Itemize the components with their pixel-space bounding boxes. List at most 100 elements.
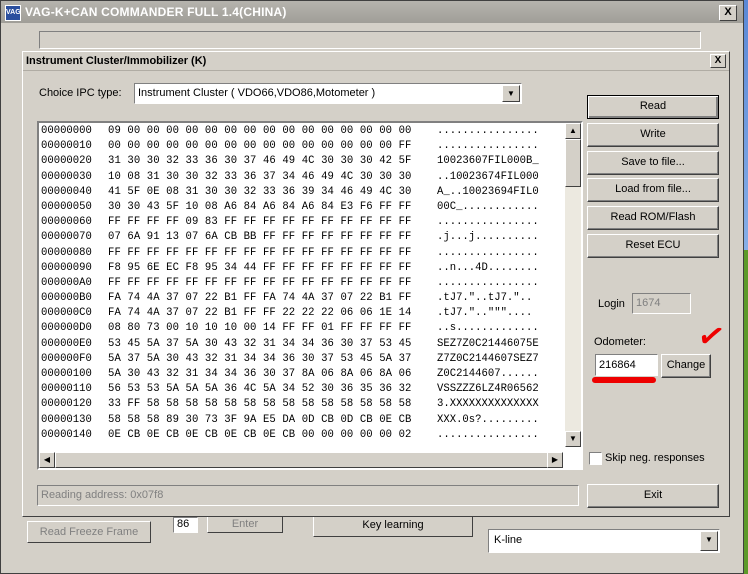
hex-address: 000000B0 bbox=[41, 292, 92, 305]
hex-row: 000000F0 5A 37 5A 30 43 32 31 34 34 36 30… bbox=[41, 352, 561, 367]
reset-ecu-button[interactable]: Reset ECU bbox=[587, 234, 719, 258]
hex-address: 00000030 bbox=[41, 170, 92, 183]
hex-bytes: FF FF FF FF 09 83 FF FF FF FF FF FF FF F… bbox=[108, 216, 412, 229]
dialog-close-icon[interactable]: X bbox=[710, 54, 726, 68]
hex-row: 000000B0 FA 74 4A 37 07 22 B1 FF FA 74 4A… bbox=[41, 291, 561, 306]
cluster-dialog: Instrument Cluster/Immobilizer (K) X Cho… bbox=[22, 51, 730, 517]
horizontal-scrollbar[interactable]: ◀ ▶ bbox=[39, 452, 563, 468]
close-icon[interactable]: X bbox=[719, 5, 737, 21]
vertical-scroll-thumb[interactable] bbox=[565, 139, 581, 187]
skip-neg-checkbox[interactable] bbox=[589, 452, 602, 465]
ipc-type-select[interactable]: Instrument Cluster ( VDO66,VDO86,Motomet… bbox=[134, 83, 522, 104]
login-field: 1674 bbox=[632, 293, 691, 314]
hex-ascii: ................ bbox=[437, 216, 539, 229]
scroll-left-icon[interactable]: ◀ bbox=[39, 452, 55, 468]
scroll-right-icon[interactable]: ▶ bbox=[547, 452, 563, 468]
app-icon: VAG bbox=[5, 5, 21, 21]
hex-address: 00000070 bbox=[41, 231, 92, 244]
hex-address: 000000E0 bbox=[41, 337, 92, 350]
app-title: VAG-K+CAN COMMANDER FULL 1.4(CHINA) bbox=[25, 5, 287, 19]
hex-address: 00000020 bbox=[41, 155, 92, 168]
hex-ascii: 10023607FIL000B_ bbox=[437, 155, 539, 168]
hex-address: 00000090 bbox=[41, 261, 92, 274]
hex-address: 00000060 bbox=[41, 216, 92, 229]
hex-bytes: 41 5F 0E 08 31 30 30 32 33 36 39 34 46 4… bbox=[108, 185, 412, 198]
hex-bytes: FA 74 4A 37 07 22 B1 FF FA 74 4A 37 07 2… bbox=[108, 292, 412, 305]
hex-row: 00000140 0E CB 0E CB 0E CB 0E CB 0E CB 00… bbox=[41, 428, 561, 443]
scroll-up-icon[interactable]: ▲ bbox=[565, 123, 581, 139]
hex-ascii: ..n...4D........ bbox=[437, 261, 539, 274]
hex-listing[interactable]: 00000000 09 00 00 00 00 00 00 00 00 00 00… bbox=[37, 121, 583, 470]
hex-address: 00000080 bbox=[41, 246, 92, 259]
hex-address: 00000120 bbox=[41, 398, 92, 411]
hex-row: 00000030 10 08 31 30 30 32 33 36 37 34 46… bbox=[41, 170, 561, 185]
progress-bar bbox=[39, 31, 701, 49]
hex-ascii: 3.XXXXXXXXXXXXXX bbox=[437, 398, 539, 411]
read-freeze-frame-button[interactable]: Read Freeze Frame bbox=[27, 521, 151, 543]
write-button[interactable]: Write bbox=[587, 123, 719, 147]
dialog-title: Instrument Cluster/Immobilizer (K) bbox=[26, 55, 207, 67]
read-button[interactable]: Read bbox=[587, 95, 719, 119]
protocol-select[interactable]: K-line ▼ bbox=[488, 529, 720, 553]
status-bar: Reading address: 0x07f8 bbox=[37, 485, 579, 506]
hex-address: 00000050 bbox=[41, 200, 92, 213]
hex-ascii: .j...j.......... bbox=[437, 231, 539, 244]
hex-row: 000000A0 FF FF FF FF FF FF FF FF FF FF FF… bbox=[41, 276, 561, 291]
hex-address: 00000010 bbox=[41, 140, 92, 153]
main-title-bar[interactable]: VAG VAG-K+CAN COMMANDER FULL 1.4(CHINA) … bbox=[1, 1, 743, 23]
hex-ascii: Z0C2144607...... bbox=[437, 368, 539, 380]
hex-ascii: ..s............. bbox=[437, 322, 539, 335]
hex-row: 000000D0 08 80 73 00 10 10 10 00 14 FF FF… bbox=[41, 321, 561, 336]
hex-bytes: 33 FF 58 58 58 58 58 58 58 58 58 58 58 5… bbox=[108, 398, 412, 411]
hex-row: 00000000 09 00 00 00 00 00 00 00 00 00 00… bbox=[41, 124, 561, 139]
hex-ascii: ................ bbox=[437, 140, 539, 153]
save-to-file-button[interactable]: Save to file... bbox=[587, 151, 719, 175]
status-text: Reading address: 0x07f8 bbox=[41, 489, 164, 501]
chevron-down-icon[interactable]: ▼ bbox=[700, 531, 718, 551]
hex-row: 00000010 00 00 00 00 00 00 00 00 00 00 00… bbox=[41, 139, 561, 154]
dialog-title-bar[interactable]: Instrument Cluster/Immobilizer (K) X bbox=[23, 52, 729, 71]
red-check-annotation: ✓ bbox=[694, 315, 729, 357]
hex-bytes: 30 30 43 5F 10 08 A6 84 A6 84 A6 84 E3 F… bbox=[108, 200, 412, 213]
hex-bytes: FF FF FF FF FF FF FF FF FF FF FF FF FF F… bbox=[108, 276, 412, 289]
read-rom-flash-button[interactable]: Read ROM/Flash bbox=[587, 206, 719, 230]
exit-button[interactable]: Exit bbox=[587, 484, 719, 508]
key-learning-button[interactable]: Key learning bbox=[313, 515, 473, 537]
odometer-field[interactable]: 216864 bbox=[595, 354, 658, 376]
hex-ascii: ..10023674FIL000 bbox=[437, 170, 539, 183]
hex-row: 00000040 41 5F 0E 08 31 30 30 32 33 36 39… bbox=[41, 185, 561, 200]
hex-row: 000000C0 FA 74 4A 37 07 22 B1 FF FF 22 22… bbox=[41, 306, 561, 321]
hex-bytes: 07 6A 91 13 07 6A CB BB FF FF FF FF FF F… bbox=[108, 231, 412, 244]
hex-bytes: FF FF FF FF FF FF FF FF FF FF FF FF FF F… bbox=[108, 246, 412, 259]
ipc-type-value: Instrument Cluster ( VDO66,VDO86,Motomet… bbox=[138, 87, 376, 99]
load-from-file-button[interactable]: Load from file... bbox=[587, 178, 719, 202]
hex-ascii: ................ bbox=[437, 125, 539, 137]
login-label: Login bbox=[598, 298, 625, 310]
skip-neg-label: Skip neg. responses bbox=[605, 452, 705, 464]
value-field[interactable]: 86 bbox=[173, 517, 198, 533]
horizontal-scroll-thumb[interactable] bbox=[55, 452, 557, 468]
hex-bytes: 5A 37 5A 30 43 32 31 34 34 36 30 37 53 4… bbox=[108, 352, 412, 365]
hex-ascii: A_..10023694FIL0 bbox=[437, 185, 539, 198]
hex-row: 00000070 07 6A 91 13 07 6A CB BB FF FF FF… bbox=[41, 230, 561, 245]
ipc-type-label: Choice IPC type: bbox=[39, 87, 122, 99]
hex-bytes: 53 45 5A 37 5A 30 43 32 31 34 34 36 30 3… bbox=[108, 337, 412, 350]
enter-button[interactable]: Enter bbox=[207, 515, 283, 533]
red-underline-annotation bbox=[592, 377, 656, 383]
hex-bytes: 09 00 00 00 00 00 00 00 00 00 00 00 00 0… bbox=[108, 125, 412, 137]
hex-address: 00000000 bbox=[41, 125, 92, 137]
hex-address: 000000F0 bbox=[41, 352, 92, 365]
hex-address: 00000110 bbox=[41, 383, 92, 396]
scroll-down-icon[interactable]: ▼ bbox=[565, 431, 581, 447]
chevron-down-icon[interactable]: ▼ bbox=[502, 85, 520, 102]
hex-address: 00000100 bbox=[41, 368, 92, 380]
hex-row: 00000020 31 30 30 32 33 36 30 37 46 49 4C… bbox=[41, 154, 561, 169]
hex-bytes: F8 95 6E EC F8 95 34 44 FF FF FF FF FF F… bbox=[108, 261, 412, 274]
hex-address: 000000C0 bbox=[41, 307, 92, 320]
change-button[interactable]: Change bbox=[661, 354, 711, 378]
hex-row: 00000100 5A 30 43 32 31 34 34 36 30 37 8A… bbox=[41, 367, 561, 382]
hex-rows: 00000000 09 00 00 00 00 00 00 00 00 00 00… bbox=[41, 124, 561, 446]
vertical-scrollbar[interactable]: ▲ ▼ bbox=[565, 123, 581, 447]
hex-row: 00000090 F8 95 6E EC F8 95 34 44 FF FF FF… bbox=[41, 261, 561, 276]
hex-ascii: ................ bbox=[437, 246, 539, 259]
